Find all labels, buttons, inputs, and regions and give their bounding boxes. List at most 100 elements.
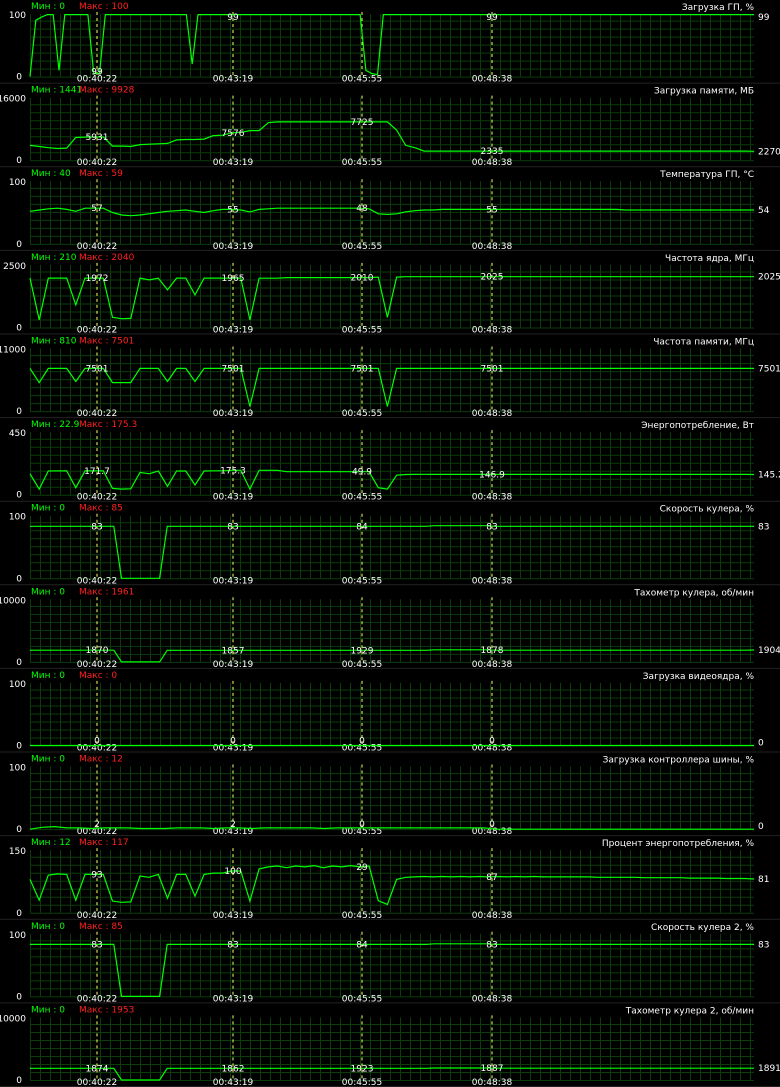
marker-value: 83 xyxy=(486,940,497,950)
y-tick-max: 150 xyxy=(9,847,26,857)
marker-value: 1874 xyxy=(86,1064,109,1074)
max-label: Макс : 1953 xyxy=(79,1005,134,1015)
y-tick-max: 16000 xyxy=(0,95,26,105)
marker-value: 7501 xyxy=(86,364,109,374)
max-label: Макс : 0 xyxy=(79,671,117,681)
chart-panel: 150 0 Мин : 12 Макс : 117 Процент энергопотр… xyxy=(0,838,780,921)
marker-value: 2 xyxy=(230,820,236,830)
chart-title: Скорость кулера, % xyxy=(660,505,755,515)
max-label: Макс : 117 xyxy=(79,838,129,848)
chart-panel: 1000Мин : 0 Макс : 100 Загрузка ГП, %00:40… xyxy=(0,2,780,85)
chart-title: Процент энергопотребления, % xyxy=(602,839,755,849)
y-tick-min: 0 xyxy=(16,1076,22,1086)
monitoring-panels: 100 0 Мин : 0 Макс : 100 Загрузка ГП, % 00:40… xyxy=(0,2,780,1087)
max-label: Макс : 175.3 xyxy=(79,420,137,430)
marker-value: 0 xyxy=(489,737,495,747)
marker-value: 55 xyxy=(227,205,238,215)
y-tick-max: 100 xyxy=(9,680,26,690)
min-label: Мин : 0 xyxy=(31,2,65,12)
chart-title: Тахометр кулера 2, об/мин xyxy=(625,1006,754,1016)
max-label: Макс : 85 xyxy=(79,922,123,932)
marker-value: 1878 xyxy=(481,646,504,656)
marker-value: 7501 xyxy=(351,364,374,374)
chart-title: Энергопотребление, Вт xyxy=(641,421,754,431)
marker-value: 99 xyxy=(91,68,103,78)
min-label: Мин : 0 xyxy=(31,504,65,514)
y-tick-max: 100 xyxy=(9,931,26,941)
marker-value: 0 xyxy=(94,737,100,747)
y-tick-max: 100 xyxy=(9,11,26,21)
y-tick-min: 0 xyxy=(16,240,22,250)
y-tick-min: 0 xyxy=(16,73,22,83)
y-tick-min: 0 xyxy=(16,742,22,752)
chart-title: Загрузка памяти, МБ xyxy=(654,87,754,97)
current-value: 1904 xyxy=(758,646,780,656)
marker-value: 7501 xyxy=(222,364,245,374)
chart-panel: 450 0 Мин : 22.9 Макс : 175.3 Энергопотребле… xyxy=(0,420,780,503)
chart-panel: 11000 0 Мин : 810 Макс : 7501 Частота памяти… xyxy=(0,336,780,419)
marker-value: 146.9 xyxy=(479,470,505,480)
max-label: Макс : 1961 xyxy=(79,587,134,597)
chart-title: Скорость кулера 2, % xyxy=(651,923,754,933)
marker-value: 83 xyxy=(91,940,102,950)
chart-panel: 100 0 Мин : 0 Макс : 12 Загрузка контроллера… xyxy=(0,755,780,837)
marker-value: 1929 xyxy=(351,646,374,656)
chart-title: Загрузка ГП, % xyxy=(682,3,755,13)
chart-panel: 2500 0 Мин : 210 Макс : 2040 Частота ядра, М… xyxy=(0,253,780,335)
marker-value: 29 xyxy=(356,863,368,873)
marker-value: 49.9 xyxy=(352,468,372,478)
chart-panel: 1000Мин : 40 Макс : 59 Температура ГП, °С0… xyxy=(0,169,780,252)
time-label: 00:43:19 xyxy=(213,1078,254,1087)
marker-value: 2 xyxy=(94,820,100,830)
y-tick-max: 10000 xyxy=(0,596,26,606)
y-tick-min: 0 xyxy=(16,156,22,166)
marker-value: 99 xyxy=(486,13,498,23)
chart-panel: 10000 0 Мин : 0 Макс : 1953 Тахометр кулера … xyxy=(0,1005,780,1087)
min-label: Мин : 810 xyxy=(31,336,77,346)
marker-value: 84 xyxy=(356,522,368,532)
chart-panel: 1000Мин : 0 Макс : 85 Скорость кулера, %00… xyxy=(0,504,780,586)
marker-value: 0 xyxy=(359,737,365,747)
current-value: 2025 xyxy=(758,273,780,283)
marker-value: 57 xyxy=(91,204,102,214)
min-label: Мин : 12 xyxy=(31,838,71,848)
y-tick-min: 0 xyxy=(16,658,22,668)
y-tick-max: 100 xyxy=(9,513,26,523)
max-label: Макс : 100 xyxy=(79,2,129,12)
y-tick-max: 450 xyxy=(9,429,26,439)
y-tick-min: 0 xyxy=(16,992,22,1002)
marker-value: 1972 xyxy=(86,274,109,284)
current-value: 81 xyxy=(758,875,769,885)
max-label: Макс : 85 xyxy=(79,504,123,514)
y-tick-min: 0 xyxy=(16,825,22,835)
min-label: Мин : 0 xyxy=(31,755,65,765)
marker-value: 83 xyxy=(227,940,238,950)
chart-panel: 10000 0 Мин : 0 Макс : 1961 Тахометр кулера,… xyxy=(0,587,780,670)
marker-value: 1923 xyxy=(351,1064,374,1074)
current-value: 145.2 xyxy=(758,470,780,480)
chart-title: Температура ГП, °С xyxy=(659,170,754,180)
chart-title: Тахометр кулера, об/мин xyxy=(633,588,754,598)
marker-value: 5931 xyxy=(86,133,109,143)
min-label: Мин : 1441 xyxy=(31,86,82,96)
current-value: 0 xyxy=(758,822,764,832)
max-label: Макс : 2040 xyxy=(79,253,135,263)
marker-value: 100 xyxy=(224,867,241,877)
chart-panel: 16000 0 Мин : 1441Макс : 9928 Загрузка памя… xyxy=(0,86,780,168)
current-value: 7501 xyxy=(758,364,780,374)
marker-value: 2010 xyxy=(351,274,374,284)
marker-value: 83 xyxy=(227,522,238,532)
chart-title: Частота ядра, МГц xyxy=(665,254,754,264)
current-value: 83 xyxy=(758,522,769,532)
y-tick-min: 0 xyxy=(16,491,22,501)
marker-value: 1862 xyxy=(222,1064,245,1074)
chart-panel: 100 0 Мин : 0 Макс : 85 Скорость кулера 2, %… xyxy=(0,922,780,1004)
marker-value: 84 xyxy=(356,940,368,950)
marker-value: 171.7 xyxy=(84,467,110,477)
y-tick-max: 11000 xyxy=(0,345,26,355)
y-tick-max: 2500 xyxy=(3,262,26,272)
marker-value: 0 xyxy=(489,820,495,830)
min-label: Мин : 0 xyxy=(31,587,65,597)
time-label: 00:40:22 xyxy=(77,1078,117,1087)
y-tick-min: 0 xyxy=(16,574,22,584)
